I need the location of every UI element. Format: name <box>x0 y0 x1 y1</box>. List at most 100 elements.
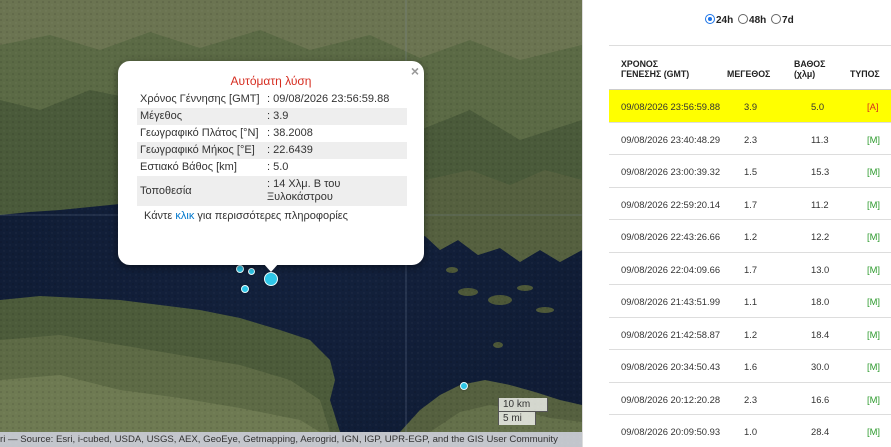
cell-time: 09/08/2026 23:40:48.29 <box>621 133 721 145</box>
table-row[interactable]: 09/08/2026 22:59:20.14 1.7 11.2 [M] <box>609 188 891 220</box>
field-label: Γεωγραφικό Πλάτος [°N] <box>140 127 259 139</box>
cell-depth: 16.6 <box>811 393 830 405</box>
table-row[interactable]: 09/08/2026 20:09:50.93 1.0 28.4 [M] <box>609 415 891 447</box>
cell-depth: 11.2 <box>811 198 829 210</box>
table-row[interactable]: 09/08/2026 21:42:58.87 1.2 18.4 [M] <box>609 318 891 350</box>
cell-magnitude: 1.6 <box>744 361 758 372</box>
scale-mi: 5 mi <box>498 411 536 425</box>
table-row[interactable]: 09/08/2026 20:34:50.43 1.6 30.0 [M] <box>609 350 891 383</box>
cell-type: [M] <box>867 198 881 210</box>
table-row[interactable]: 09/08/2026 20:12:20.28 2.3 16.6 [M] <box>609 383 891 415</box>
cell-type: [M] <box>867 263 881 275</box>
field-label: Εστιακό Βάθος [km] <box>140 161 237 173</box>
cell-magnitude: 1.7 <box>744 198 758 210</box>
table-row[interactable]: 09/08/2026 22:43:26.66 1.2 12.2 [M] <box>609 220 891 253</box>
cell-magnitude: 1.2 <box>744 328 758 340</box>
cell-depth: 15.3 <box>811 166 830 177</box>
event-marker[interactable] <box>236 265 244 273</box>
cell-magnitude: 2.3 <box>744 133 758 145</box>
cell-depth: 12.2 <box>811 231 830 242</box>
radio-7d-label: 7d <box>782 15 794 26</box>
cell-type: [M] <box>867 328 881 340</box>
field-value: : 3.9 <box>264 108 407 125</box>
cell-time: 09/08/2026 21:43:51.99 <box>621 296 721 307</box>
popup-pointer <box>263 263 279 272</box>
radio-48h[interactable] <box>738 14 749 24</box>
cell-type: [M] <box>867 361 881 372</box>
table-header: ΧΡΟΝΟΣ ΓΕΝΕΣΗΣ (GMT) ΜΕΓΕΘΟΣ ΒΑΘΟΣ (χλμ)… <box>609 46 891 90</box>
field-value: : 5.0 <box>267 161 289 173</box>
cell-time: 09/08/2026 22:59:20.14 <box>621 198 721 210</box>
header-depth-line1: ΒΑΘΟΣ <box>794 59 826 69</box>
cell-magnitude: 1.1 <box>744 296 758 307</box>
radio-24h[interactable] <box>705 14 715 24</box>
table-row[interactable]: 09/08/2026 23:40:48.29 2.3 11.3 [M] <box>609 123 891 155</box>
header-type: ΤΥΠΟΣ <box>850 69 880 79</box>
popup-title: Αυτόματη λύση <box>230 74 312 88</box>
table-row[interactable]: 09/08/2026 21:43:51.99 1.1 18.0 [M] <box>609 285 891 318</box>
field-label: Χρόνος Γέννησης [GMT] <box>140 93 260 105</box>
cell-time: 09/08/2026 22:43:26.66 <box>621 231 721 242</box>
field-label: Γεωγραφικό Μήκος [°E] <box>137 142 264 159</box>
time-filter: 24h 48h 7d <box>705 14 796 26</box>
cell-type: [M] <box>867 133 881 145</box>
map-view[interactable]: × Αυτόματη λύση Χρόνος Γέννησης [GMT] : 0… <box>0 0 582 447</box>
event-marker[interactable] <box>460 382 468 390</box>
field-label: Μέγεθος <box>137 108 264 125</box>
more-info-link[interactable]: κλικ <box>175 210 194 222</box>
cell-type: [M] <box>867 231 881 242</box>
table-row[interactable]: 09/08/2026 22:04:09.66 1.7 13.0 [M] <box>609 253 891 285</box>
cell-time: 09/08/2026 20:09:50.93 <box>621 426 721 437</box>
cell-type: [M] <box>867 393 881 405</box>
event-marker-selected[interactable] <box>264 272 278 286</box>
cell-depth: 5.0 <box>811 101 825 112</box>
cell-magnitude: 1.2 <box>744 231 758 242</box>
table-body: 09/08/2026 23:56:59.88 3.9 5.0 [A] 09/08/202… <box>609 90 891 447</box>
scale-bar: 10 km 5 mi <box>498 398 548 425</box>
cell-magnitude: 2.3 <box>744 393 758 405</box>
events-table: ΧΡΟΝΟΣ ΓΕΝΕΣΗΣ (GMT) ΜΕΓΕΘΟΣ ΒΑΘΟΣ (χλμ)… <box>609 45 891 447</box>
map-attribution: ri — Source: Esri, i-cubed, USDA, USGS, … <box>0 432 582 447</box>
radio-7d[interactable] <box>771 14 782 24</box>
more-suffix: για περισσότερες πληροφορίες <box>194 210 348 222</box>
cell-depth: 11.3 <box>811 133 829 145</box>
cell-time: 09/08/2026 22:04:09.66 <box>621 263 721 275</box>
cell-type: [M] <box>867 426 881 437</box>
close-icon[interactable]: × <box>411 63 419 79</box>
cell-depth: 28.4 <box>811 426 830 437</box>
header-depth-line2: (χλμ) <box>794 69 816 79</box>
cell-magnitude: 1.0 <box>744 426 758 437</box>
cell-time: 09/08/2026 20:12:20.28 <box>621 393 721 405</box>
cell-time: 09/08/2026 21:42:58.87 <box>621 328 721 340</box>
radio-24h-label: 24h <box>716 15 734 26</box>
scale-km: 10 km <box>498 398 548 412</box>
field-value: : 14 Χλμ. Β του Ξυλοκάστρου <box>264 176 407 206</box>
cell-time: 09/08/2026 20:34:50.43 <box>621 361 721 372</box>
event-marker[interactable] <box>241 285 249 293</box>
table-row[interactable]: 09/08/2026 23:00:39.32 1.5 15.3 [M] <box>609 155 891 188</box>
cell-magnitude: 1.5 <box>744 166 758 177</box>
radio-48h-label: 48h <box>749 15 767 26</box>
cell-depth: 18.0 <box>811 296 830 307</box>
cell-time: 09/08/2026 23:56:59.88 <box>621 101 721 112</box>
cell-type: [M] <box>867 166 881 177</box>
event-marker[interactable] <box>248 268 255 275</box>
header-magnitude: ΜΕΓΕΘΟΣ <box>727 69 771 79</box>
more-info-text: Κάντε κλικ για περισσότερες πληροφορίες <box>144 210 424 222</box>
cell-depth: 30.0 <box>811 361 830 372</box>
cell-type: [M] <box>867 296 881 307</box>
cell-time: 09/08/2026 23:00:39.32 <box>621 166 721 177</box>
field-label: Τοποθεσία <box>137 176 264 206</box>
table-row[interactable]: 09/08/2026 23:56:59.88 3.9 5.0 [A] <box>609 90 891 123</box>
header-time-line2: ΓΕΝΕΣΗΣ (GMT) <box>621 69 690 79</box>
field-value: : 09/08/2026 23:56:59.88 <box>267 93 390 105</box>
cell-magnitude: 1.7 <box>744 263 758 275</box>
field-value: : 22.6439 <box>264 142 407 159</box>
cell-depth: 13.0 <box>811 263 830 275</box>
header-time-line1: ΧΡΟΝΟΣ <box>621 59 659 69</box>
cell-magnitude: 3.9 <box>744 101 758 112</box>
events-panel: 24h 48h 7d ΧΡΟΝΟΣ ΓΕΝΕΣΗΣ (GMT) ΜΕΓΕΘΟΣ … <box>582 0 891 447</box>
cell-type: [A] <box>867 101 879 112</box>
event-popup: × Αυτόματη λύση Χρόνος Γέννησης [GMT] : 0… <box>118 61 424 265</box>
cell-depth: 18.4 <box>811 328 830 340</box>
